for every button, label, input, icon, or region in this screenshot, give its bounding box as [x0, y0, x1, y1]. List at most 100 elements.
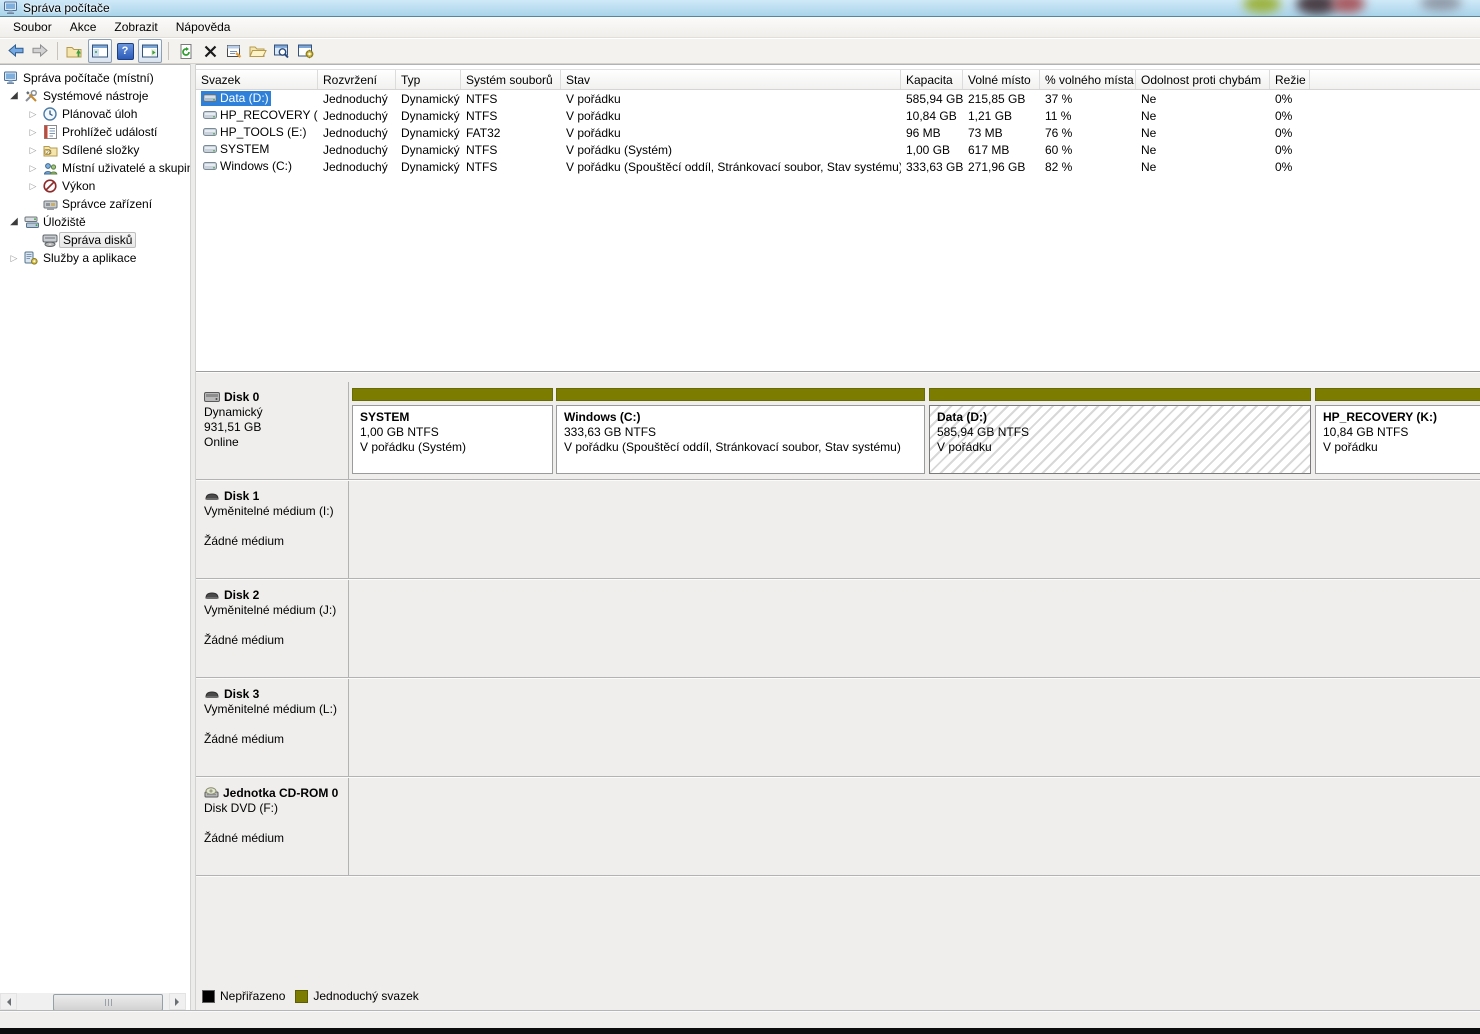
tree-item-performance[interactable]: ▷ Výkon — [0, 177, 190, 195]
volume-row-windows-c[interactable]: Windows (C:) Jednoduchý Dynamický NTFS V… — [196, 158, 1480, 175]
expander-collapsed-icon[interactable]: ▷ — [6, 249, 22, 267]
partition-data-d-selected[interactable]: Data (D:) 585,94 GB NTFS V pořádku — [929, 382, 1311, 479]
volume-row-system[interactable]: SYSTEM Jednoduchý Dynamický NTFS V pořád… — [196, 141, 1480, 158]
tree-item-label: Výkon — [59, 178, 98, 194]
menu-napoveda[interactable]: Nápověda — [167, 18, 240, 36]
taskbar-edge — [0, 1028, 1480, 1034]
partition-hp-recovery[interactable]: HP_RECOVERY (K:) 10,84 GB NTFS V pořádku — [1315, 382, 1480, 479]
volume-row-hp-recovery[interactable]: HP_RECOVERY (K:) Jednoduchý Dynamický NT… — [196, 107, 1480, 124]
computer-icon — [2, 71, 20, 85]
scroll-right-arrow[interactable] — [169, 993, 186, 1010]
disk-2-partitions[interactable] — [350, 580, 1480, 677]
tree-item-local-users-groups[interactable]: ▷ Místní uživatelé a skupiny — [0, 159, 190, 177]
column-header-typ[interactable]: Typ — [396, 70, 461, 89]
tree-item-disk-management[interactable]: Správa disků — [0, 231, 190, 249]
window-gear-icon — [298, 44, 315, 59]
properties-button[interactable] — [223, 40, 245, 62]
expander-expanded-icon[interactable]: ◢ — [6, 213, 22, 231]
disk-0-info[interactable]: Disk 0 Dynamický 931,51 GB Online — [196, 382, 349, 479]
storage-icon — [22, 216, 40, 229]
tree-item-storage[interactable]: ◢ Úložiště — [0, 213, 190, 231]
cdrom-0-info[interactable]: Jednotka CD-ROM 0 Disk DVD (F:) Žádné mé… — [196, 778, 349, 875]
cdrom-0-area[interactable] — [350, 778, 1480, 875]
scrollbar-thumb[interactable] — [53, 994, 163, 1010]
expander-collapsed-icon[interactable]: ▷ — [25, 177, 41, 195]
scrollbar-track[interactable] — [17, 993, 169, 1010]
volume-icon — [203, 127, 217, 137]
column-header-rezie[interactable]: Režie — [1270, 70, 1310, 89]
expander-collapsed-icon[interactable]: ▷ — [25, 141, 41, 159]
column-header-rozvrzeni[interactable]: Rozvržení — [318, 70, 396, 89]
up-one-level-button[interactable] — [64, 40, 86, 62]
action-pane-icon — [142, 44, 158, 58]
menu-soubor[interactable]: Soubor — [4, 18, 61, 36]
column-header-pct-volneho-mista[interactable]: % volného místa — [1040, 70, 1136, 89]
tree-item-device-manager[interactable]: Správce zařízení — [0, 195, 190, 213]
volume-icon — [203, 144, 217, 154]
services-icon — [22, 251, 40, 265]
disk-row-3: Disk 3 Vyměnitelné médium (L:) Žádné méd… — [196, 679, 1480, 777]
column-header-stav[interactable]: Stav — [561, 70, 901, 89]
volume-name-selected[interactable]: Data (D:) — [201, 91, 271, 106]
tree-item-event-viewer[interactable]: ▷ Prohlížeč událostí — [0, 123, 190, 141]
partition-system[interactable]: SYSTEM 1,00 GB NTFS V pořádku (Systém) — [352, 382, 553, 479]
delete-button[interactable] — [199, 40, 221, 62]
menu-zobrazit[interactable]: Zobrazit — [105, 18, 166, 36]
tree-item-shared-folders[interactable]: ▷ 23 Sdílené složky — [0, 141, 190, 159]
magnifier-icon — [274, 44, 290, 59]
tools-icon — [22, 89, 40, 103]
column-header-kapacita[interactable]: Kapacita — [901, 70, 963, 89]
find-button[interactable] — [271, 40, 293, 62]
toolbar: ? — [0, 39, 1480, 64]
disk-0-partitions: SYSTEM 1,00 GB NTFS V pořádku (Systém) W… — [350, 382, 1480, 479]
properties-icon — [226, 44, 243, 59]
expander-expanded-icon[interactable]: ◢ — [6, 87, 22, 105]
back-button[interactable] — [5, 40, 27, 62]
simple-volume-color-strip — [1315, 388, 1480, 401]
removable-drive-icon — [204, 690, 220, 699]
column-header-odolnost[interactable]: Odolnost proti chybám — [1136, 70, 1270, 89]
app-icon[interactable] — [4, 1, 19, 15]
menu-akce[interactable]: Akce — [61, 18, 106, 36]
simple-volume-color-swatch — [295, 990, 308, 1003]
tree-item-computer-management[interactable]: Správa počítače (místní) — [0, 69, 190, 87]
title-bar[interactable]: Správa počítače — [0, 0, 1480, 17]
tree-horizontal-scrollbar[interactable] — [0, 993, 186, 1010]
show-hide-action-pane-button[interactable] — [138, 39, 162, 63]
tree-item-task-scheduler[interactable]: ▷ Plánovač úloh — [0, 105, 190, 123]
expander-collapsed-icon[interactable]: ▷ — [25, 159, 41, 177]
console-tree-pane: Správa počítače (místní) ◢ Systémové nás… — [0, 64, 190, 1010]
disk-3-partitions[interactable] — [350, 679, 1480, 776]
tree-item-services-applications[interactable]: ▷ Služby a aplikace — [0, 249, 190, 267]
column-header-svazek[interactable]: Svazek — [196, 70, 318, 89]
disk-management-icon — [41, 234, 59, 247]
disk-1-info[interactable]: Disk 1 Vyměnitelné médium (I:) Žádné méd… — [196, 481, 349, 578]
column-header-volne-misto[interactable]: Volné místo — [963, 70, 1040, 89]
column-header-filler — [1310, 70, 1480, 89]
refresh-button[interactable] — [175, 40, 197, 62]
expander-collapsed-icon[interactable]: ▷ — [25, 105, 41, 123]
delete-icon — [203, 44, 218, 59]
partition-windows-c[interactable]: Windows (C:) 333,63 GB NTFS V pořádku (S… — [556, 382, 925, 479]
volume-list: Data (D:) Jednoduchý Dynamický NTFS V po… — [196, 90, 1480, 175]
forward-button[interactable] — [29, 40, 51, 62]
aero-blur-decoration — [1420, 0, 1462, 11]
console-tree: Správa počítače (místní) ◢ Systémové nás… — [0, 69, 190, 267]
column-header-system-souboru[interactable]: Systém souborů — [461, 70, 561, 89]
task-scheduler-icon — [41, 107, 59, 121]
customize-button[interactable] — [295, 40, 317, 62]
show-hide-console-tree-button[interactable] — [88, 39, 112, 63]
expander-collapsed-icon[interactable]: ▷ — [25, 123, 41, 141]
disk-2-info[interactable]: Disk 2 Vyměnitelné médium (J:) Žádné méd… — [196, 580, 349, 677]
volume-row-data-d[interactable]: Data (D:) Jednoduchý Dynamický NTFS V po… — [196, 90, 1480, 107]
open-button[interactable] — [247, 40, 269, 62]
tree-item-system-tools[interactable]: ◢ Systémové nástroje — [0, 87, 190, 105]
volume-row-hp-tools[interactable]: HP_TOOLS (E:) Jednoduchý Dynamický FAT32… — [196, 124, 1480, 141]
svg-text:23: 23 — [46, 149, 52, 155]
cd-drive-icon — [204, 787, 219, 800]
scroll-left-arrow[interactable] — [0, 993, 17, 1010]
disk-3-info[interactable]: Disk 3 Vyměnitelné médium (L:) Žádné méd… — [196, 679, 349, 776]
help-button[interactable]: ? — [114, 40, 136, 62]
volume-list-header: Svazek Rozvržení Typ Systém souborů Stav… — [196, 69, 1480, 90]
disk-1-partitions[interactable] — [350, 481, 1480, 578]
